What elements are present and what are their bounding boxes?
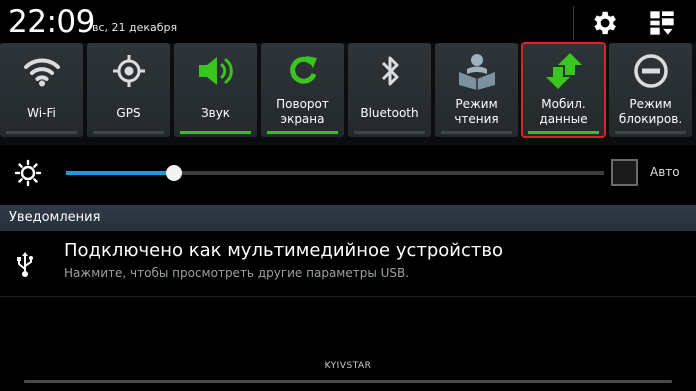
toggle-status-bar (354, 131, 425, 134)
toggle-wifi-label: Wi-Fi (0, 106, 83, 121)
toggle-label-line: экрана (280, 112, 325, 126)
rotate-icon (261, 49, 344, 93)
toggle-label-line: блокиров. (618, 112, 683, 126)
gear-icon (594, 11, 616, 35)
speaker-icon (174, 49, 257, 93)
toggle-gps[interactable]: GPS (87, 43, 170, 137)
brightness-slider-thumb[interactable] (165, 165, 182, 181)
notification-title: Подключено как мультимедийное устройство (64, 240, 504, 261)
wifi-icon (0, 49, 83, 93)
toggle-status-bar (6, 131, 77, 134)
auto-brightness-label: Авто (650, 165, 680, 179)
divider (0, 296, 696, 297)
date: вс, 21 декабря (92, 21, 178, 34)
reading-mode-icon (435, 49, 518, 93)
divider (573, 6, 574, 40)
brightness-slider-fill (66, 171, 174, 175)
drag-handle[interactable] (24, 380, 672, 383)
toggle-status-bar (180, 131, 251, 134)
toggle-label-line: Wi-Fi (27, 106, 56, 120)
settings-button[interactable] (582, 3, 626, 43)
carrier-label: KYIVSTAR (324, 361, 372, 371)
grid-edit-icon (650, 11, 674, 35)
toggle-mobile-data[interactable]: Мобил. данные (521, 42, 606, 138)
brightness-slider[interactable] (66, 165, 604, 181)
notification-item[interactable]: Подключено как мультимедийное устройство… (0, 231, 696, 297)
toggle-block-mode-label: Режим блокиров. (609, 97, 692, 127)
toggle-label-line: Звук (200, 106, 231, 120)
toggle-sound-label: Звук (174, 106, 257, 121)
mobile-data-icon (522, 49, 605, 93)
bluetooth-icon (348, 49, 431, 93)
toggle-gps-label: GPS (87, 106, 170, 121)
block-icon (609, 49, 692, 93)
notifications-header: Уведомления (0, 205, 696, 231)
notification-subtitle: Нажмите, чтобы просмотреть другие параме… (64, 266, 410, 280)
edit-tiles-button[interactable] (640, 3, 684, 43)
toggle-label-line: Мобил. (541, 97, 586, 111)
toggle-block-mode[interactable]: Режим блокиров. (609, 43, 692, 137)
notifications-header-label: Уведомления (9, 210, 101, 225)
status-bar: 22:09 вс, 21 декабря (0, 0, 696, 46)
auto-brightness-checkbox[interactable] (611, 159, 638, 186)
toggle-status-bar (528, 131, 599, 134)
toggle-label-line: чтения (454, 112, 499, 126)
toggle-status-bar (615, 131, 686, 134)
quick-settings-toggles: Wi-Fi GPS Звук Поворот экрана Bluetooth Р… (0, 42, 696, 145)
toggle-label-line: Режим (629, 97, 672, 111)
toggle-label-line: Режим (455, 97, 498, 111)
usb-icon (17, 252, 33, 277)
toggle-label-line: данные (539, 112, 588, 126)
toggle-label-line: GPS (116, 106, 141, 120)
clock: 22:09 (8, 4, 95, 40)
gps-icon (87, 49, 170, 93)
toggle-reading[interactable]: Режим чтения (435, 43, 518, 137)
toggle-status-bar (441, 131, 512, 134)
brightness-icon (14, 159, 42, 187)
toggle-status-bar (267, 131, 338, 134)
toggle-bluetooth-label: Bluetooth (348, 106, 431, 121)
toggle-mobile-data-label: Мобил. данные (522, 97, 605, 127)
toggle-rotation-label: Поворот экрана (261, 97, 344, 127)
toggle-reading-label: Режим чтения (435, 97, 518, 127)
toggle-status-bar (93, 131, 164, 134)
toggle-rotation[interactable]: Поворот экрана (261, 43, 344, 137)
brightness-control: Авто (0, 146, 696, 199)
toggle-label-line: Поворот (276, 97, 329, 111)
toggle-sound[interactable]: Звук (174, 43, 257, 137)
toggle-wifi[interactable]: Wi-Fi (0, 43, 83, 137)
toggle-label-line: Bluetooth (360, 106, 419, 120)
toggle-bluetooth[interactable]: Bluetooth (348, 43, 431, 137)
